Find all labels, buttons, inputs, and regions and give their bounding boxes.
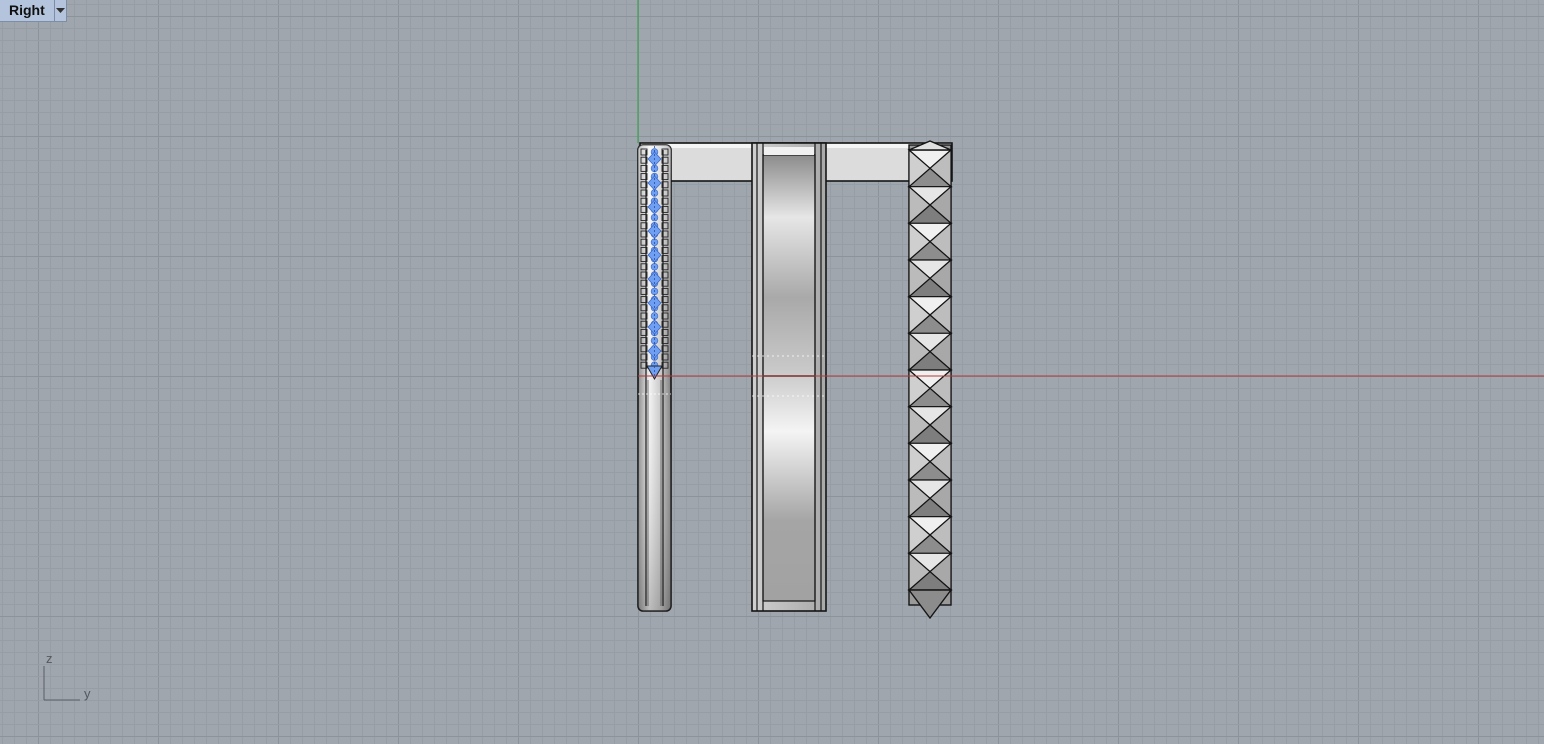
axis-indicator-icon: [43, 666, 80, 701]
middle-band: [751, 142, 827, 612]
axis-label-z: z: [46, 651, 53, 666]
viewport-title-tab[interactable]: Right: [0, 0, 67, 22]
right-viewport[interactable]: Right z y: [0, 0, 1544, 744]
viewport-menu-button[interactable]: [53, 0, 66, 21]
triangle-down-icon: [55, 7, 65, 13]
right-band-studs: [907, 140, 953, 620]
scene-objects: [637, 0, 1544, 620]
axis-label-y: y: [84, 686, 91, 701]
viewport-title[interactable]: Right: [0, 0, 54, 21]
